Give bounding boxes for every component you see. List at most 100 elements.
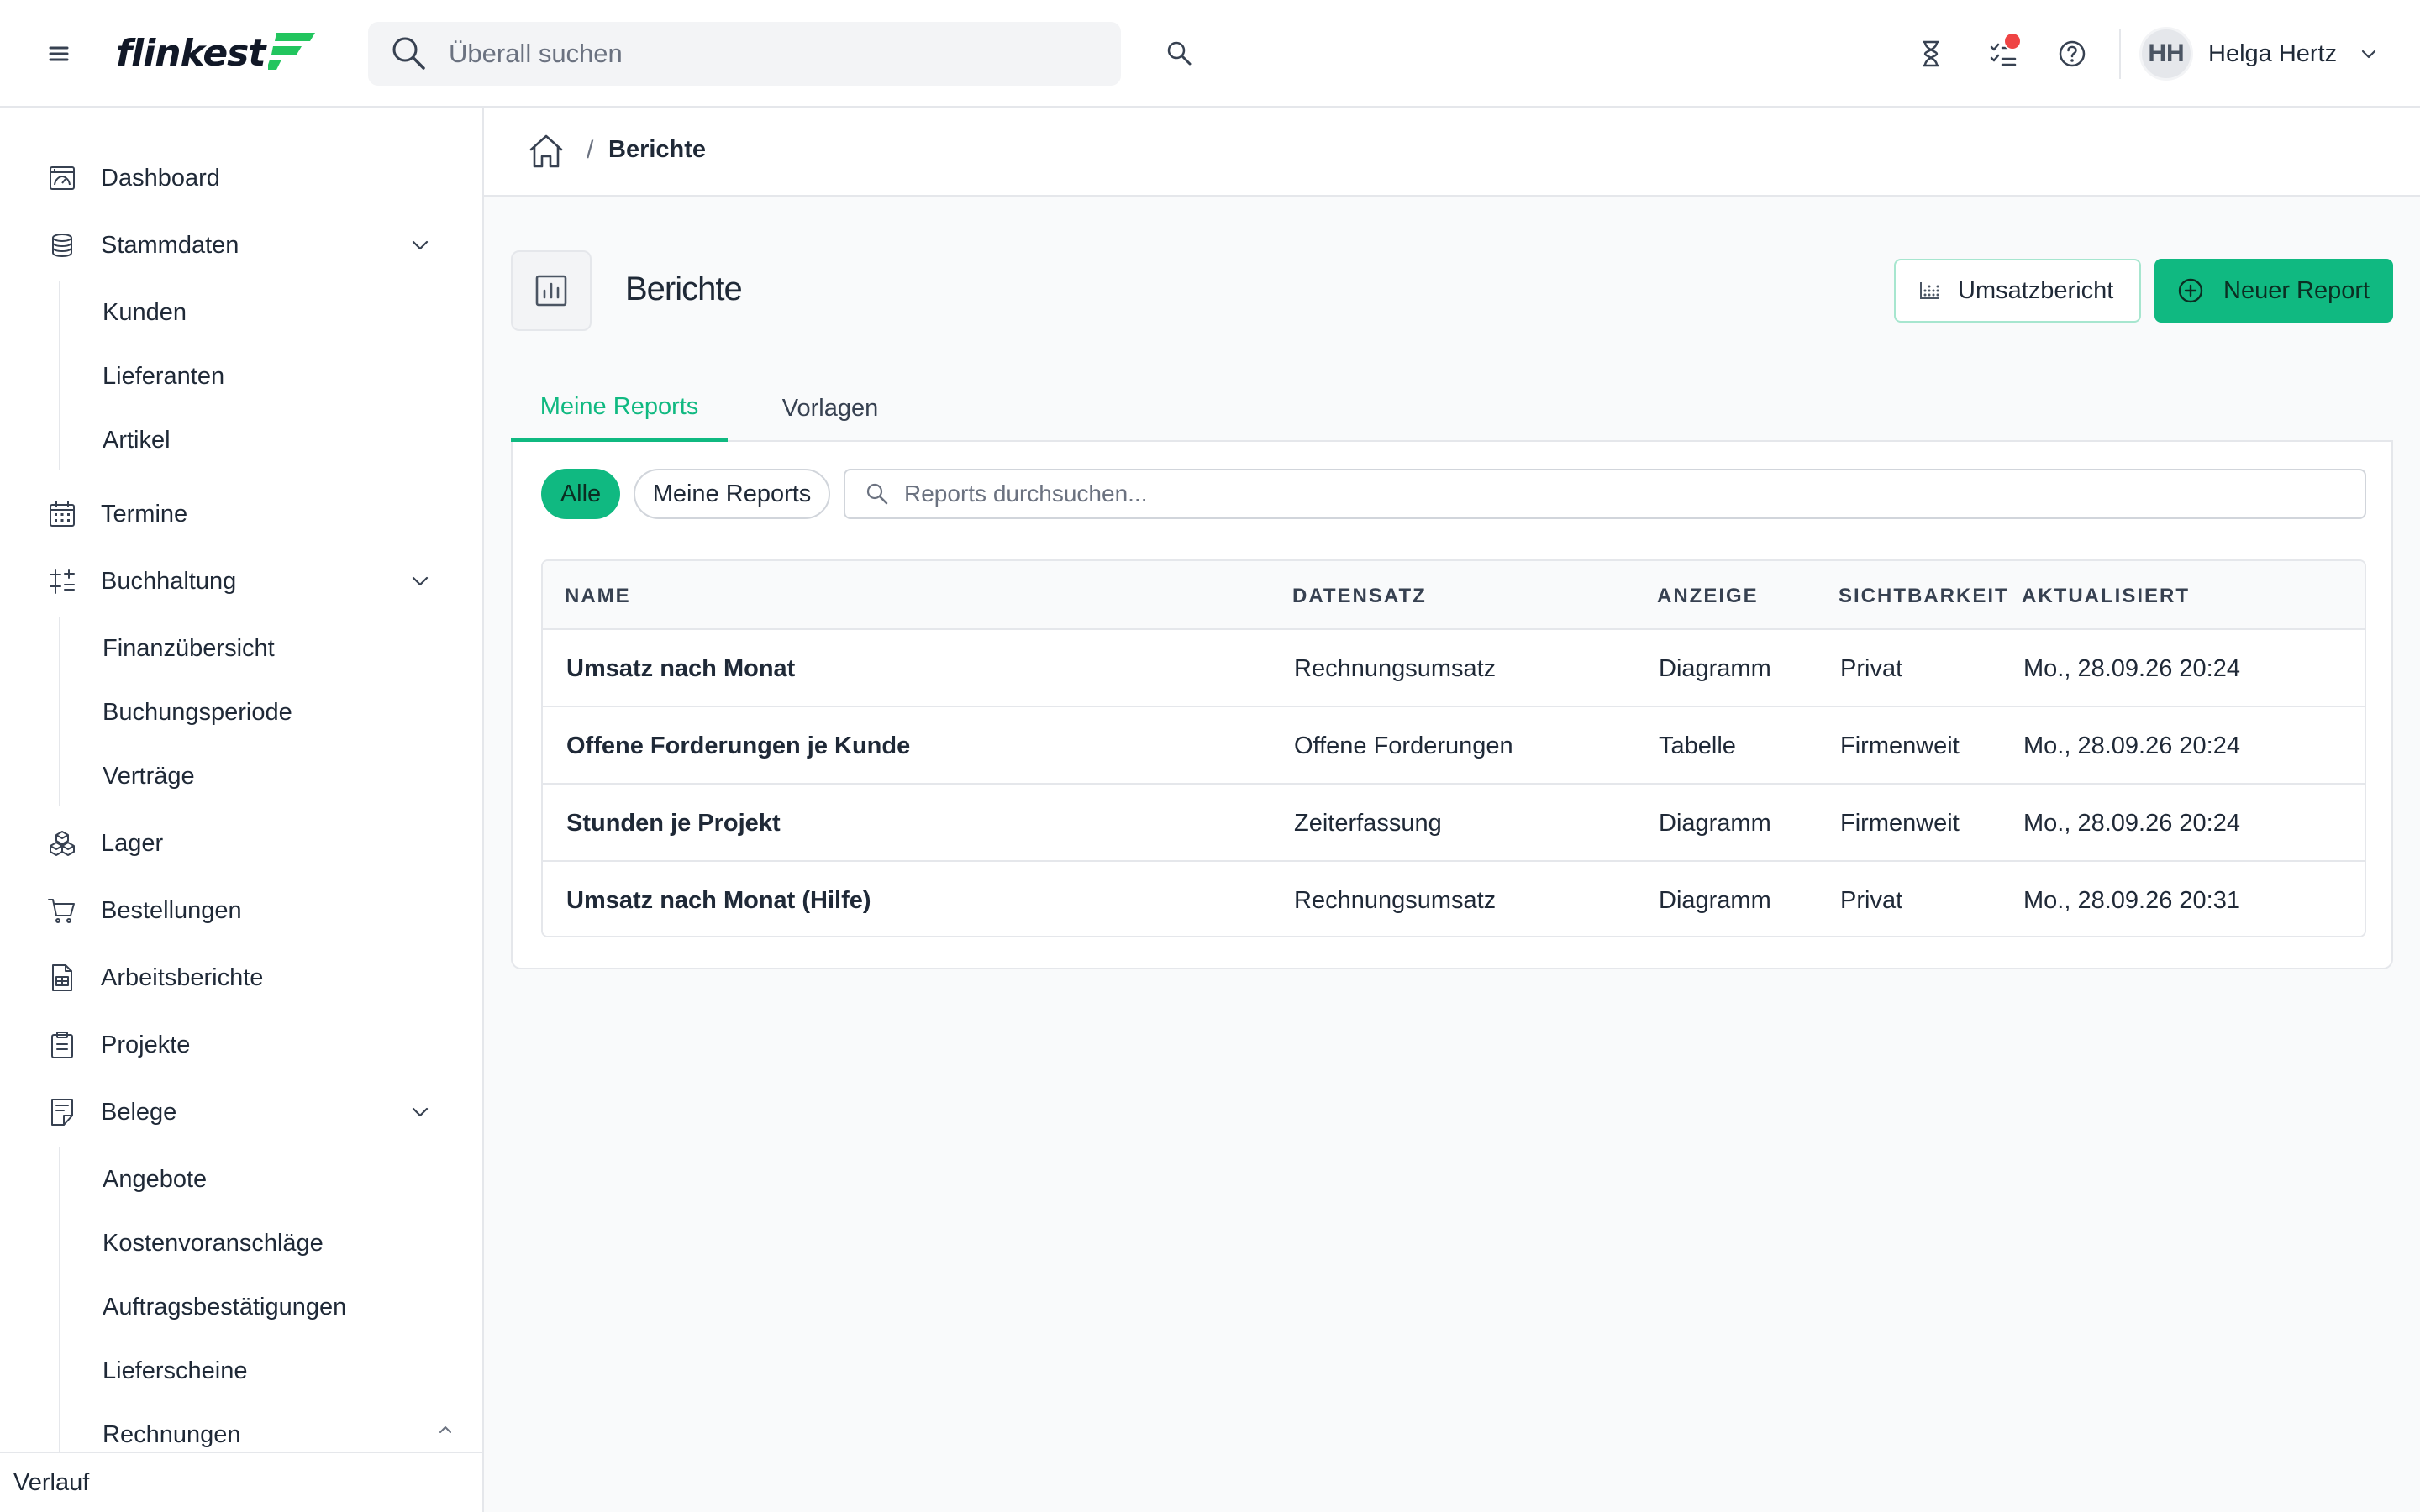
dashboard-icon <box>50 166 75 190</box>
sliders-icon <box>50 569 75 594</box>
table-row[interactable]: Umsatz nach Monat (Hilfe) Rechnungsumsat… <box>543 862 2365 936</box>
search-icon <box>866 483 888 505</box>
sidebar-item-lieferanten[interactable]: Lieferanten <box>0 351 482 402</box>
new-report-button-label: Neuer Report <box>2223 276 2370 304</box>
avatar: HH <box>2139 27 2193 81</box>
boxes-icon <box>50 831 75 856</box>
sidebar-item-bestellungen[interactable]: Bestellungen <box>0 885 482 936</box>
tab-meine-reports[interactable]: Meine Reports <box>511 375 728 442</box>
table-row[interactable]: Stunden je Projekt Zeiterfassung Diagram… <box>543 785 2365 862</box>
sidebar-item-artikel[interactable]: Artikel <box>0 415 482 465</box>
user-menu[interactable]: HH Helga Hertz <box>2139 25 2379 82</box>
bar-chart-icon <box>535 275 567 307</box>
menu-icon[interactable] <box>44 39 74 69</box>
cell-datensatz: Rechnungsumsatz <box>1294 887 1497 914</box>
cell-anzeige: Tabelle <box>1659 732 1736 759</box>
receipt-icon <box>51 1099 73 1126</box>
chevron-up-icon[interactable] <box>435 1420 455 1440</box>
hourglass-icon[interactable] <box>1914 37 1948 71</box>
cell-aktualisiert: Mo., 28.09.26 20:31 <box>2023 887 2240 914</box>
sidebar-item-auftragsbestaetigungen[interactable]: Auftragsbestätigungen <box>0 1282 482 1332</box>
sidebar-item-projekte[interactable]: Projekte <box>0 1020 482 1070</box>
column-header-datensatz[interactable]: DATENSATZ <box>1292 585 1427 608</box>
cell-anzeige: Diagramm <box>1659 810 1771 837</box>
global-search-bar[interactable] <box>368 22 1121 86</box>
breadcrumb: / Berichte <box>484 108 2420 197</box>
global-search-input[interactable] <box>449 39 1087 69</box>
sidebar-item-kostenvoranschlaege[interactable]: Kostenvoranschläge <box>0 1218 482 1268</box>
sidebar-item-dashboard[interactable]: Dashboard <box>0 153 482 203</box>
sidebar-item-vertraege[interactable]: Verträge <box>0 751 482 801</box>
sidebar-item-finanzuebersicht[interactable]: Finanzübersicht <box>0 623 482 674</box>
cell-aktualisiert: Mo., 28.09.26 20:24 <box>2023 732 2240 759</box>
app-logo[interactable]: flinkest <box>116 25 317 81</box>
table-row[interactable]: Offene Forderungen je Kunde Offene Forde… <box>543 707 2365 785</box>
chevron-down-icon <box>2362 50 2376 59</box>
plus-circle-icon <box>2178 278 2203 303</box>
database-icon <box>52 234 72 258</box>
history-label: Verlauf <box>13 1468 90 1496</box>
cell-datensatz: Offene Forderungen <box>1294 732 1513 759</box>
sidebar-item-stammdaten[interactable]: Stammdaten <box>0 220 482 270</box>
filter-chip-alle[interactable]: Alle <box>541 469 620 519</box>
top-bar: flinkest HH Helga Hertz <box>0 0 2420 108</box>
breadcrumb-separator: / <box>587 136 594 164</box>
help-icon[interactable] <box>2055 37 2089 71</box>
page-title: Berichte <box>625 270 743 307</box>
logo-mark-icon <box>268 33 316 70</box>
sales-report-button-label: Umsatzbericht <box>1958 276 2114 304</box>
cell-sichtbarkeit: Firmenweit <box>1840 810 1960 837</box>
cell-aktualisiert: Mo., 28.09.26 20:24 <box>2023 655 2240 682</box>
cell-sichtbarkeit: Firmenweit <box>1840 732 1960 759</box>
tab-vorlagen[interactable]: Vorlagen <box>728 375 933 442</box>
calendar-icon <box>50 501 75 527</box>
column-header-sichtbarkeit[interactable]: SICHTBARKEIT <box>1839 585 2009 608</box>
report-tabs: Meine Reports Vorlagen <box>511 375 2393 442</box>
table-row[interactable]: Umsatz nach Monat Rechnungsumsatz Diagra… <box>543 630 2365 707</box>
page-icon <box>511 250 592 331</box>
sidebar-item-angebote[interactable]: Angebote <box>0 1154 482 1205</box>
cell-anzeige: Diagramm <box>1659 887 1771 914</box>
column-header-anzeige[interactable]: ANZEIGE <box>1657 585 1759 608</box>
history-bar[interactable]: Verlauf <box>0 1452 482 1512</box>
cell-sichtbarkeit: Privat <box>1840 887 1903 914</box>
report-search-input[interactable] <box>904 480 2333 507</box>
column-header-name[interactable]: NAME <box>565 585 631 608</box>
sidebar-item-arbeitsberichte[interactable]: Arbeitsberichte <box>0 953 482 1003</box>
sidebar-item-kunden[interactable]: Kunden <box>0 287 482 338</box>
cell-datensatz: Rechnungsumsatz <box>1294 655 1497 682</box>
search-button[interactable] <box>1163 37 1197 71</box>
cell-anzeige: Diagramm <box>1659 655 1771 682</box>
cell-name: Umsatz nach Monat <box>566 655 796 682</box>
cell-sichtbarkeit: Privat <box>1840 655 1903 682</box>
table-header: NAME DATENSATZ ANZEIGE SICHTBARKEIT AKTU… <box>543 561 2365 630</box>
report-search-field[interactable] <box>844 469 2366 519</box>
sidebar-item-lager[interactable]: Lager <box>0 818 482 869</box>
reports-table: NAME DATENSATZ ANZEIGE SICHTBARKEIT AKTU… <box>541 559 2366 937</box>
sidebar-item-buchhaltung[interactable]: Buchhaltung <box>0 556 482 606</box>
cell-name: Umsatz nach Monat (Hilfe) <box>566 887 871 914</box>
worksheet-icon <box>52 964 72 991</box>
sales-report-button[interactable]: Umsatzbericht <box>1894 259 2141 323</box>
sidebar-item-termine[interactable]: Termine <box>0 489 482 539</box>
sidebar-item-buchungsperiode[interactable]: Buchungsperiode <box>0 687 482 738</box>
cell-name: Offene Forderungen je Kunde <box>566 732 911 759</box>
top-bar-divider <box>2119 29 2121 79</box>
cell-name: Stunden je Projekt <box>566 810 781 837</box>
sidebar-item-belege[interactable]: Belege <box>0 1087 482 1137</box>
user-name: Helga Hertz <box>2208 39 2338 67</box>
column-header-aktualisiert[interactable]: AKTUALISIERT <box>2022 585 2190 608</box>
chevron-down-icon <box>412 576 429 586</box>
home-icon[interactable] <box>526 131 566 171</box>
new-report-button[interactable]: Neuer Report <box>2154 259 2393 323</box>
filter-chip-meine-reports[interactable]: Meine Reports <box>634 469 830 519</box>
chevron-down-icon <box>412 1107 429 1117</box>
sidebar-item-lieferscheine[interactable]: Lieferscheine <box>0 1346 482 1396</box>
logo-text: flinkest <box>116 31 266 75</box>
cell-aktualisiert: Mo., 28.09.26 20:24 <box>2023 810 2240 837</box>
search-icon <box>1167 41 1192 66</box>
notification-badge <box>2003 32 2022 50</box>
cell-datensatz: Zeiterfassung <box>1294 810 1442 837</box>
sidebar: Dashboard Stammdaten Kunden Lieferanten … <box>0 108 484 1512</box>
search-icon <box>392 37 425 70</box>
